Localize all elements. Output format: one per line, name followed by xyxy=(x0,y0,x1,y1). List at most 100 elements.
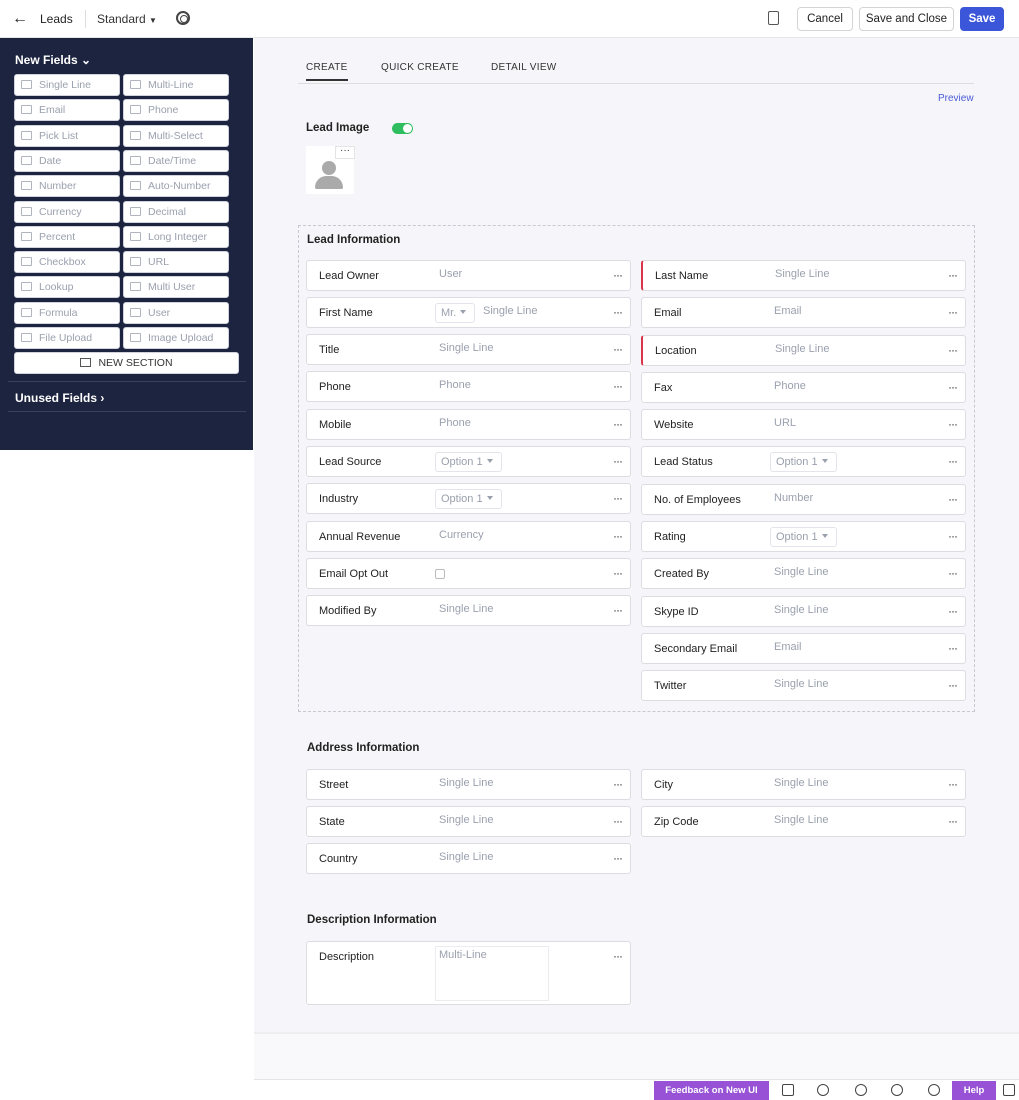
feedback-button[interactable]: Feedback on New UI xyxy=(654,1081,769,1100)
field-card[interactable]: State Single Line ··· xyxy=(306,806,631,837)
cancel-button[interactable]: Cancel xyxy=(797,7,853,31)
field-card[interactable]: First Name Mr. Single Line ··· xyxy=(306,297,631,328)
more-options-icon[interactable]: ··· xyxy=(948,417,958,431)
field-type-chip[interactable]: Lookup xyxy=(14,276,120,299)
field-type-chip[interactable]: Multi-Select xyxy=(123,124,229,147)
field-card[interactable]: Twitter Single Line ··· xyxy=(641,670,966,701)
megaphone-icon[interactable] xyxy=(782,1084,794,1096)
more-options-icon[interactable]: ··· xyxy=(613,603,623,617)
info-icon[interactable] xyxy=(928,1084,940,1096)
more-options-icon[interactable]: ··· xyxy=(613,379,623,393)
checkbox[interactable] xyxy=(435,569,445,579)
picklist-select[interactable]: Option 1 xyxy=(435,489,502,509)
layout-dropdown[interactable]: Standard ▼ xyxy=(97,12,157,26)
field-card[interactable]: Lead Source Option 1 ··· xyxy=(306,446,631,477)
field-card[interactable]: Modified By Single Line ··· xyxy=(306,595,631,626)
field-card[interactable]: Mobile Phone ··· xyxy=(306,409,631,440)
field-card[interactable]: Rating Option 1 ··· xyxy=(641,521,966,552)
field-card[interactable]: Location Single Line ··· xyxy=(641,335,966,366)
tab-quick-create[interactable]: QUICK CREATE xyxy=(381,62,459,73)
field-card[interactable]: Last Name Single Line ··· xyxy=(641,260,966,291)
field-card[interactable]: Country Single Line ··· xyxy=(306,843,631,874)
field-type-chip[interactable]: Phone xyxy=(123,99,229,122)
more-options-icon[interactable]: ··· xyxy=(948,454,958,468)
field-type-chip[interactable]: URL xyxy=(123,251,229,274)
field-card[interactable]: No. of Employees Number ··· xyxy=(641,484,966,515)
field-card[interactable]: Zip Code Single Line ··· xyxy=(641,806,966,837)
tab-detail-view[interactable]: DETAIL VIEW xyxy=(491,62,557,73)
more-options-icon[interactable]: ··· xyxy=(613,949,623,963)
more-options-icon[interactable]: ··· xyxy=(613,814,623,828)
picklist-select[interactable]: Option 1 xyxy=(770,452,837,472)
field-card[interactable]: Title Single Line ··· xyxy=(306,334,631,365)
field-type-chip[interactable]: Checkbox xyxy=(14,251,120,274)
more-options-icon[interactable]: ··· xyxy=(613,268,623,282)
field-card[interactable]: Street Single Line ··· xyxy=(306,769,631,800)
more-options-icon[interactable]: ··· xyxy=(948,678,958,692)
field-card[interactable]: Email Email ··· xyxy=(641,297,966,328)
more-options-icon[interactable]: ··· xyxy=(613,342,623,356)
field-type-chip[interactable]: Currency xyxy=(14,200,120,223)
field-card[interactable]: Skype ID Single Line ··· xyxy=(641,596,966,627)
more-options-icon[interactable]: ··· xyxy=(613,454,623,468)
more-options-icon[interactable]: ··· xyxy=(335,146,355,159)
recent-icon[interactable] xyxy=(817,1084,829,1096)
field-type-chip[interactable]: Multi-Line xyxy=(123,74,229,96)
more-options-icon[interactable]: ··· xyxy=(613,305,623,319)
more-options-icon[interactable]: ··· xyxy=(948,777,958,791)
tab-create[interactable]: CREATE xyxy=(306,62,348,81)
document-icon[interactable] xyxy=(768,11,779,25)
more-options-icon[interactable]: ··· xyxy=(613,491,623,505)
more-options-icon[interactable]: ··· xyxy=(948,305,958,319)
more-options-icon[interactable]: ··· xyxy=(613,777,623,791)
field-card[interactable]: Secondary Email Email ··· xyxy=(641,633,966,664)
field-type-chip[interactable]: Formula xyxy=(14,301,120,324)
save-and-close-button[interactable]: Save and Close xyxy=(859,7,954,31)
more-options-icon[interactable]: ··· xyxy=(948,529,958,543)
picklist-select[interactable]: Option 1 xyxy=(770,527,837,547)
field-card[interactable]: Website URL ··· xyxy=(641,409,966,440)
field-type-chip[interactable]: Long Integer xyxy=(123,225,229,248)
lead-image-toggle[interactable] xyxy=(392,123,413,134)
field-type-chip[interactable]: Date/Time xyxy=(123,149,229,172)
field-type-chip[interactable]: Decimal xyxy=(123,200,229,223)
more-options-icon[interactable]: ··· xyxy=(613,566,623,580)
more-options-icon[interactable]: ··· xyxy=(948,604,958,618)
picklist-select[interactable]: Option 1 xyxy=(435,452,502,472)
more-options-icon[interactable]: ··· xyxy=(948,566,958,580)
gear-icon[interactable] xyxy=(176,11,190,25)
more-options-icon[interactable]: ··· xyxy=(613,529,623,543)
field-type-chip[interactable]: Auto-Number xyxy=(123,175,229,198)
field-card[interactable]: City Single Line ··· xyxy=(641,769,966,800)
alarm-icon[interactable] xyxy=(855,1084,867,1096)
more-options-icon[interactable]: ··· xyxy=(948,380,958,394)
chat-icon[interactable] xyxy=(1003,1084,1015,1096)
history-icon[interactable] xyxy=(891,1084,903,1096)
field-type-chip[interactable]: Percent xyxy=(14,225,120,248)
more-options-icon[interactable]: ··· xyxy=(948,268,958,282)
field-card[interactable]: Lead Owner User ··· xyxy=(306,260,631,291)
field-type-chip[interactable]: Number xyxy=(14,175,120,198)
field-card[interactable]: Lead Status Option 1 ··· xyxy=(641,446,966,477)
salutation-select[interactable]: Mr. xyxy=(435,303,475,323)
field-card[interactable]: Annual Revenue Currency ··· xyxy=(306,521,631,552)
field-type-chip[interactable]: Email xyxy=(14,99,120,122)
unused-fields-toggle[interactable]: Unused Fields › xyxy=(15,391,104,405)
field-card[interactable]: Phone Phone ··· xyxy=(306,371,631,402)
more-options-icon[interactable]: ··· xyxy=(948,343,958,357)
field-card[interactable]: Created By Single Line ··· xyxy=(641,558,966,589)
field-type-chip[interactable]: Image Upload xyxy=(123,327,229,349)
field-type-chip[interactable]: Multi User xyxy=(123,276,229,299)
field-type-chip[interactable]: User xyxy=(123,301,229,324)
new-fields-header[interactable]: New Fields ⌄ xyxy=(15,53,91,67)
field-type-chip[interactable]: Date xyxy=(14,149,120,172)
preview-link[interactable]: Preview xyxy=(938,93,974,104)
back-arrow-icon[interactable]: ← xyxy=(12,10,28,28)
field-type-chip[interactable]: File Upload xyxy=(14,327,120,349)
more-options-icon[interactable]: ··· xyxy=(613,417,623,431)
field-type-chip[interactable]: Single Line xyxy=(14,74,120,96)
field-card[interactable]: Fax Phone ··· xyxy=(641,372,966,403)
more-options-icon[interactable]: ··· xyxy=(948,641,958,655)
help-button[interactable]: Help xyxy=(952,1081,996,1100)
new-section-button[interactable]: NEW SECTION xyxy=(14,352,239,374)
